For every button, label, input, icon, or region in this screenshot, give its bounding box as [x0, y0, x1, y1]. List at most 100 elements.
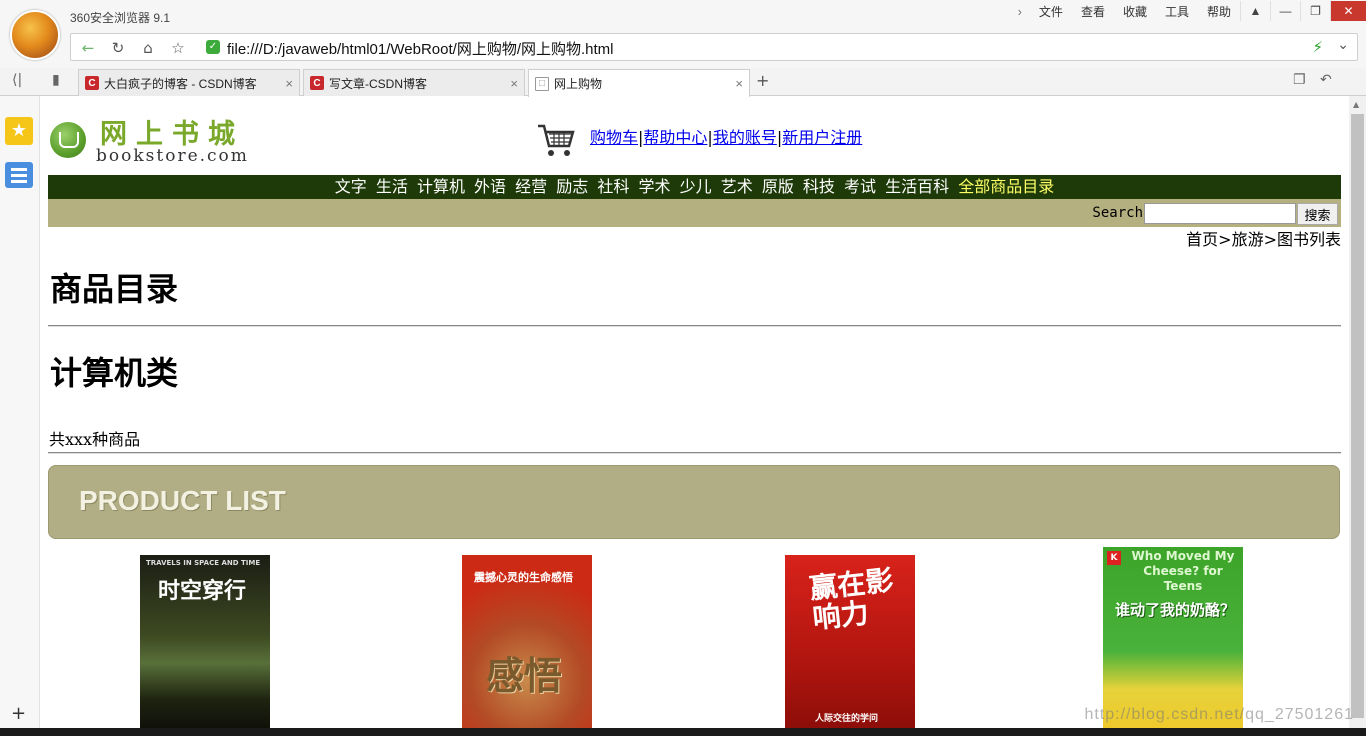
book-cover[interactable]: 震撼心灵的生命感悟 感悟: [462, 555, 592, 728]
csdn-icon: C: [85, 76, 99, 90]
book-cover-title: 感悟: [486, 654, 563, 698]
category-item[interactable]: 外语: [474, 177, 506, 196]
search-button[interactable]: 搜索: [1297, 203, 1338, 225]
menu-help[interactable]: 帮助: [1198, 3, 1240, 20]
logo-emblem-icon: [50, 122, 86, 158]
category-item[interactable]: 励志: [556, 177, 588, 196]
browser-logo[interactable]: [10, 10, 60, 60]
category-item[interactable]: 艺术: [721, 177, 753, 196]
category-item[interactable]: 科技: [803, 177, 835, 196]
category-item[interactable]: 生活: [376, 177, 408, 196]
category-title: 计算机类: [50, 354, 179, 392]
taskbar: [0, 728, 1366, 736]
shopping-cart-icon: [538, 124, 575, 156]
category-item[interactable]: 文字: [335, 177, 367, 196]
book-cover-subtitle: Who Moved My Cheese? for Teens: [1131, 549, 1235, 593]
reload-icon[interactable]: ↻: [105, 37, 131, 59]
site-logo[interactable]: 网上书城 bookstore.com: [50, 110, 260, 170]
divider: [48, 452, 1341, 454]
publisher-logo-icon: K: [1107, 551, 1121, 565]
star-icon[interactable]: ☆: [165, 37, 191, 59]
scrollbar[interactable]: ▲: [1349, 96, 1366, 736]
favorites-icon[interactable]: ★: [5, 117, 33, 145]
category-item[interactable]: 经营: [515, 177, 547, 196]
back-icon[interactable]: ←: [75, 37, 101, 59]
book-cover-subtitle: 人际交往的学问: [815, 714, 879, 724]
scroll-up-icon[interactable]: ▲: [1353, 100, 1359, 109]
browser-titlebar: 360安全浏览器 9.1 › 文件 查看 收藏 工具 帮助 ▲ — ❐ ✕ ← …: [0, 0, 1366, 68]
help-link[interactable]: 帮助中心: [643, 128, 707, 147]
book-cover-subtitle: TRAVELS IN SPACE AND TIME: [146, 559, 261, 567]
cart-link[interactable]: 购物车: [590, 128, 638, 147]
close-button[interactable]: ✕: [1330, 1, 1366, 21]
menu-tools[interactable]: 工具: [1156, 3, 1198, 20]
product-count: 共xxx种商品: [49, 430, 141, 449]
all-categories-link[interactable]: 全部商品目录: [958, 177, 1054, 196]
shield-icon[interactable]: ✓: [206, 40, 220, 54]
logo-text-en: bookstore.com: [96, 146, 249, 166]
category-item[interactable]: 学术: [638, 177, 670, 196]
menu-view[interactable]: 查看: [1072, 3, 1114, 20]
add-icon[interactable]: +: [11, 703, 26, 724]
search-label: Search: [1092, 205, 1143, 221]
chevron-down-icon[interactable]: ⌄: [1337, 37, 1349, 53]
book-cover-title: 赢在影响力: [807, 563, 895, 636]
divider: [48, 325, 1341, 327]
sidebar-toggle-icon[interactable]: ⟨|: [12, 72, 22, 88]
category-item[interactable]: 少儿: [680, 177, 712, 196]
banner-text: PRODUCT LIST: [79, 485, 286, 516]
tab-online-shopping[interactable]: □ 网上购物 ×: [528, 69, 750, 97]
skin-icon[interactable]: ▲: [1240, 1, 1270, 21]
close-tab-icon[interactable]: ×: [735, 76, 743, 91]
csdn-icon: C: [310, 76, 324, 90]
book-cover[interactable]: 赢在影响力 人际交往的学问: [785, 555, 915, 728]
search-bar: Search 搜索: [48, 199, 1341, 227]
page-title: 商品目录: [50, 270, 179, 308]
browser-title: 360安全浏览器 9.1: [70, 11, 171, 25]
header-links: 购物车|帮助中心|我的账号|新用户注册: [590, 128, 863, 147]
category-nav: 文字 生活 计算机 外语 经营 励志 社科 学术 少儿 艺术 原版 科技 考试 …: [48, 175, 1341, 199]
tab-label: 写文章-CSDN博客: [329, 76, 427, 91]
browser-sidebar: ★ +: [0, 96, 40, 736]
scroll-thumb[interactable]: [1351, 114, 1364, 718]
category-item[interactable]: 生活百科: [885, 177, 949, 196]
document-icon: □: [535, 76, 549, 91]
category-item[interactable]: 社科: [597, 177, 629, 196]
tab-label: 网上购物: [554, 77, 603, 91]
menu-file[interactable]: 文件: [1030, 3, 1072, 20]
browser-menu: › 文件 查看 收藏 工具 帮助 ▲ — ❐ ✕: [1010, 0, 1366, 22]
watermark: http://blog.csdn.net/qq_27501261: [1084, 706, 1354, 723]
book-cover-title: 谁动了我的奶酪？: [1115, 601, 1236, 619]
address-bar: ← ↻ ⌂ ☆ ✓ file:///D:/javaweb/html01/WebR…: [70, 33, 1358, 61]
tab-list-icon[interactable]: ▮: [52, 72, 60, 88]
undo-close-icon[interactable]: ↶: [1320, 72, 1332, 88]
close-tab-icon[interactable]: ×: [510, 76, 518, 91]
restore-button[interactable]: ❐: [1300, 1, 1330, 21]
minimize-button[interactable]: —: [1270, 1, 1300, 21]
tab-write-article[interactable]: C 写文章-CSDN博客 ×: [303, 69, 525, 96]
page-content: 网上书城 bookstore.com 购物车|帮助中心|我的账号|新用户注册 文…: [48, 96, 1341, 728]
account-link[interactable]: 我的账号: [713, 128, 777, 147]
category-item[interactable]: 计算机: [417, 177, 465, 196]
close-tab-icon[interactable]: ×: [285, 76, 293, 91]
home-icon[interactable]: ⌂: [135, 37, 161, 59]
book-cover[interactable]: K Who Moved My Cheese? for Teens 谁动了我的奶酪…: [1103, 547, 1243, 728]
search-input[interactable]: [1144, 203, 1296, 224]
category-item[interactable]: 考试: [844, 177, 876, 196]
category-item[interactable]: 原版: [762, 177, 794, 196]
lightning-icon[interactable]: ⚡: [1312, 38, 1323, 56]
breadcrumb: 首页>旅游>图书列表: [1186, 230, 1341, 249]
book-cover-subtitle: 震撼心灵的生命感悟: [474, 571, 573, 584]
menu-favorites[interactable]: 收藏: [1114, 3, 1156, 20]
tab-restore-icon[interactable]: ❐: [1293, 72, 1306, 88]
url-input[interactable]: file:///D:/javaweb/html01/WebRoot/网上购物/网…: [227, 38, 614, 59]
new-tab-icon[interactable]: +: [756, 71, 769, 90]
tab-bar: ⟨| ▮ C 大白疯子的博客 - CSDN博客 × C 写文章-CSDN博客 ×…: [0, 68, 1366, 97]
chevron-right-icon[interactable]: ›: [1010, 4, 1030, 19]
product-list-banner: PRODUCT LIST: [48, 465, 1340, 539]
reading-list-icon[interactable]: [5, 162, 33, 188]
register-link[interactable]: 新用户注册: [782, 128, 862, 147]
book-cover-title: 时空穿行: [158, 579, 247, 604]
book-cover[interactable]: TRAVELS IN SPACE AND TIME 时空穿行: [140, 555, 270, 728]
tab-csdn-blog[interactable]: C 大白疯子的博客 - CSDN博客 ×: [78, 69, 300, 96]
